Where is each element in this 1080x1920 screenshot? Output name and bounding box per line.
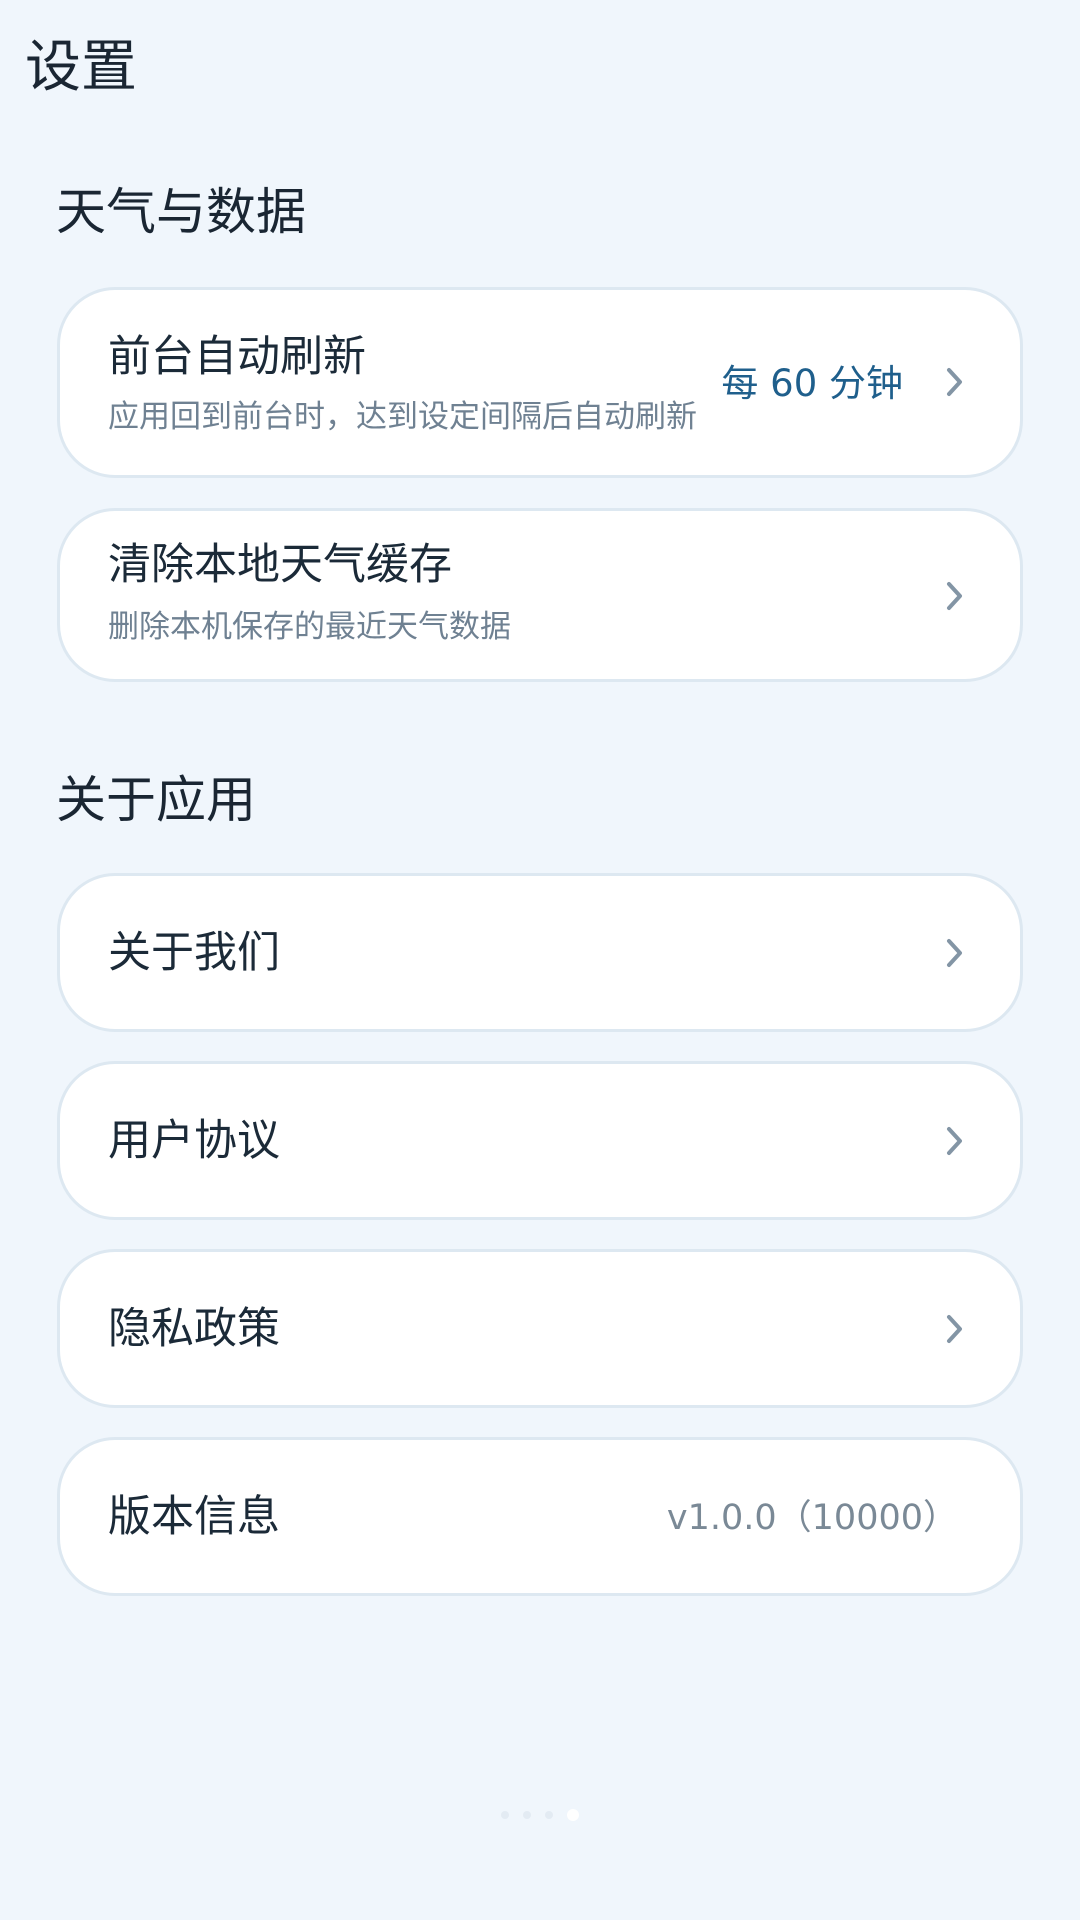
- page-indicator: [0, 1808, 1080, 1822]
- setting-item-privacy-policy[interactable]: 隐私政策: [57, 1249, 1023, 1408]
- setting-item-user-agreement[interactable]: 用户协议: [57, 1061, 1023, 1220]
- setting-item-about-us[interactable]: 关于我们: [57, 873, 1023, 1032]
- setting-item-version-info: 版本信息 v1.0.0（10000）: [57, 1437, 1023, 1596]
- chevron-right-icon: [938, 362, 970, 402]
- setting-item-label: 清除本地天气缓存: [108, 540, 452, 590]
- setting-item-label: 版本信息: [108, 1492, 280, 1542]
- page-dot-active: [567, 1809, 579, 1821]
- setting-item-label: 隐私政策: [108, 1304, 280, 1354]
- setting-item-clear-cache[interactable]: 清除本地天气缓存 删除本机保存的最近天气数据: [57, 508, 1023, 682]
- page-dot: [545, 1811, 553, 1819]
- setting-item-description: 删除本机保存的最近天气数据: [108, 609, 511, 645]
- section-title-weather-data: 天气与数据: [56, 183, 306, 241]
- setting-item-label: 用户协议: [108, 1116, 280, 1166]
- setting-item-label: 前台自动刷新: [108, 332, 366, 382]
- chevron-right-icon: [938, 576, 970, 616]
- chevron-right-icon: [938, 1309, 970, 1349]
- version-value: v1.0.0（10000）: [666, 1498, 958, 1538]
- chevron-right-icon: [938, 1121, 970, 1161]
- page-title: 设置: [25, 35, 137, 100]
- chevron-right-icon: [938, 933, 970, 973]
- page-dot: [501, 1811, 509, 1819]
- refresh-interval-value: 每 60 分钟: [721, 362, 903, 405]
- setting-item-description: 应用回到前台时，达到设定间隔后自动刷新: [108, 399, 697, 435]
- setting-item-label: 关于我们: [108, 928, 280, 978]
- section-title-about-app: 关于应用: [56, 771, 256, 829]
- page-dot: [523, 1811, 531, 1819]
- setting-item-auto-refresh[interactable]: 前台自动刷新 应用回到前台时，达到设定间隔后自动刷新 每 60 分钟: [57, 287, 1023, 478]
